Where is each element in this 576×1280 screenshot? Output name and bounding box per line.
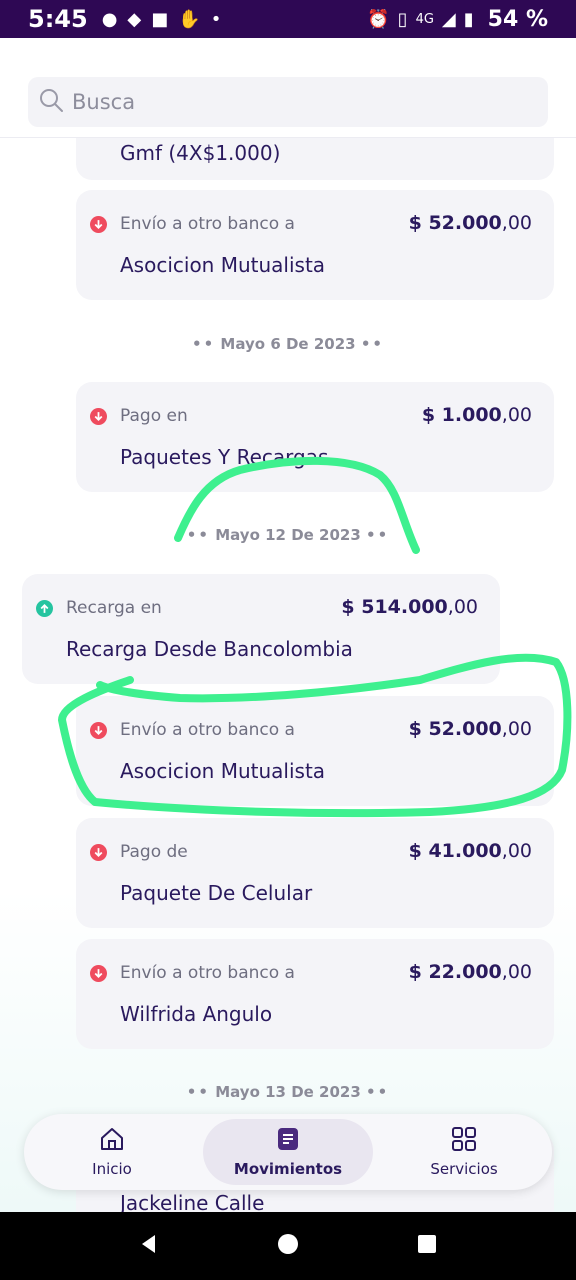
status-time: 5:45 bbox=[28, 5, 88, 33]
transaction-type: Pago de bbox=[120, 842, 188, 862]
transaction-type: Pago en bbox=[120, 406, 188, 426]
transaction-name: Paquete De Celular bbox=[120, 881, 313, 905]
outgoing-arrow-icon bbox=[90, 844, 107, 861]
amount-cents: ,00 bbox=[501, 212, 532, 234]
transaction-name: Asocicion Mutualista bbox=[120, 253, 326, 277]
transaction-card[interactable]: Pago en $ 1.000,00 Paquetes Y Recargas bbox=[76, 382, 554, 492]
date-label: Mayo 13 De 2023 bbox=[215, 1083, 361, 1101]
transaction-name: Recarga Desde Bancolombia bbox=[66, 637, 353, 661]
amount-value: $ 1.000 bbox=[421, 404, 502, 426]
signal-icon: ◢ bbox=[441, 8, 456, 30]
battery-icon: ▮ bbox=[463, 8, 474, 30]
amount-value: $ 52.000 bbox=[408, 212, 502, 234]
date-label: Mayo 6 De 2023 bbox=[220, 335, 356, 353]
transaction-type: Envío a otro banco a bbox=[120, 214, 295, 234]
notification-icons: ● ◆ ■ ✋ • bbox=[102, 9, 222, 30]
transactions-list[interactable]: Gmf (4X$1.000) Envío a otro banco a $ 52… bbox=[0, 138, 576, 1212]
transaction-amount: $ 514.000,00 bbox=[341, 596, 478, 618]
back-icon[interactable] bbox=[137, 1232, 161, 1260]
transaction-type: Envío a otro banco a bbox=[120, 963, 295, 983]
recents-icon[interactable] bbox=[415, 1232, 439, 1260]
transaction-name: Wilfrida Angulo bbox=[120, 1002, 273, 1026]
amount-value: $ 41.000 bbox=[408, 840, 502, 862]
transaction-name: Asocicion Mutualista bbox=[120, 759, 326, 783]
message-icon: ◆ bbox=[127, 8, 142, 30]
system-navigation-bar bbox=[0, 1212, 576, 1280]
transaction-amount: $ 1.000,00 bbox=[422, 404, 532, 426]
amount-value: $ 22.000 bbox=[408, 961, 502, 983]
date-separator: •• Mayo 12 De 2023 •• bbox=[186, 526, 390, 544]
date-label: Mayo 12 De 2023 bbox=[215, 526, 361, 544]
search-icon bbox=[38, 87, 64, 117]
transaction-amount: $ 52.000,00 bbox=[409, 718, 532, 740]
transaction-card[interactable]: Pago de $ 41.000,00 Paquete De Celular bbox=[76, 818, 554, 928]
transaction-amount: $ 22.000,00 bbox=[409, 961, 532, 983]
nav-movimientos[interactable]: Movimientos bbox=[203, 1119, 373, 1185]
nav-inicio-label: Inicio bbox=[92, 1160, 132, 1178]
hand-icon: ✋ bbox=[178, 8, 201, 30]
bottom-navigation: Inicio Movimientos Servicios bbox=[24, 1114, 552, 1190]
amount-cents: ,00 bbox=[447, 596, 478, 618]
alarm-icon: ⏰ bbox=[367, 8, 390, 30]
transaction-name: Gmf (4X$1.000) bbox=[120, 141, 281, 165]
nav-movimientos-label: Movimientos bbox=[233, 1160, 343, 1178]
battery-percent: 54 % bbox=[487, 6, 548, 32]
outgoing-arrow-icon bbox=[90, 216, 107, 233]
transaction-type: Recarga en bbox=[66, 598, 162, 618]
nav-servicios[interactable]: Servicios bbox=[379, 1119, 549, 1185]
amount-value: $ 514.000 bbox=[341, 596, 448, 618]
transaction-amount: $ 52.000,00 bbox=[409, 212, 532, 234]
outgoing-arrow-icon bbox=[90, 965, 107, 982]
home-circle-icon[interactable] bbox=[276, 1232, 300, 1260]
status-right: ⏰ ▯ 4G ◢ ▮ 54 % bbox=[367, 7, 548, 32]
amount-cents: ,00 bbox=[501, 840, 532, 862]
outgoing-arrow-icon bbox=[90, 722, 107, 739]
vibrate-icon: ▯ bbox=[397, 8, 408, 30]
grid-icon bbox=[451, 1126, 477, 1160]
transaction-card[interactable]: Recarga en $ 514.000,00 Recarga Desde Ba… bbox=[22, 574, 500, 684]
facebook-icon: ■ bbox=[151, 8, 169, 30]
chat-icon: ● bbox=[101, 8, 118, 30]
transaction-amount: $ 41.000,00 bbox=[409, 840, 532, 862]
transaction-name: Jackeline Calle bbox=[120, 1191, 265, 1212]
outgoing-arrow-icon bbox=[90, 408, 107, 425]
incoming-arrow-icon bbox=[36, 600, 53, 617]
amount-cents: ,00 bbox=[501, 961, 532, 983]
transaction-card[interactable]: Envío a otro banco a $ 52.000,00 Asocici… bbox=[76, 190, 554, 300]
receipt-icon bbox=[275, 1126, 301, 1160]
transaction-name: Paquetes Y Recargas bbox=[120, 445, 329, 469]
transaction-card[interactable]: Gmf (4X$1.000) bbox=[76, 138, 554, 180]
search-input[interactable] bbox=[72, 90, 472, 114]
dot-icon: • bbox=[210, 8, 222, 30]
date-separator: •• Mayo 6 De 2023 •• bbox=[192, 335, 384, 353]
home-icon bbox=[99, 1126, 125, 1160]
search-bar[interactable] bbox=[28, 77, 548, 127]
nav-servicios-label: Servicios bbox=[430, 1160, 498, 1178]
header bbox=[0, 38, 576, 138]
transaction-type: Envío a otro banco a bbox=[120, 720, 295, 740]
status-bar: 5:45 ● ◆ ■ ✋ • ⏰ ▯ 4G ◢ ▮ 54 % bbox=[0, 0, 576, 38]
transaction-card[interactable]: Envío a otro banco a $ 22.000,00 Wilfrid… bbox=[76, 939, 554, 1049]
nav-inicio[interactable]: Inicio bbox=[27, 1119, 197, 1185]
amount-cents: ,00 bbox=[501, 404, 532, 426]
network-label: 4G bbox=[415, 11, 434, 27]
amount-cents: ,00 bbox=[501, 718, 532, 740]
transaction-card[interactable]: Envío a otro banco a $ 52.000,00 Asocici… bbox=[76, 696, 554, 806]
amount-value: $ 52.000 bbox=[408, 718, 502, 740]
date-separator: •• Mayo 13 De 2023 •• bbox=[186, 1083, 390, 1101]
